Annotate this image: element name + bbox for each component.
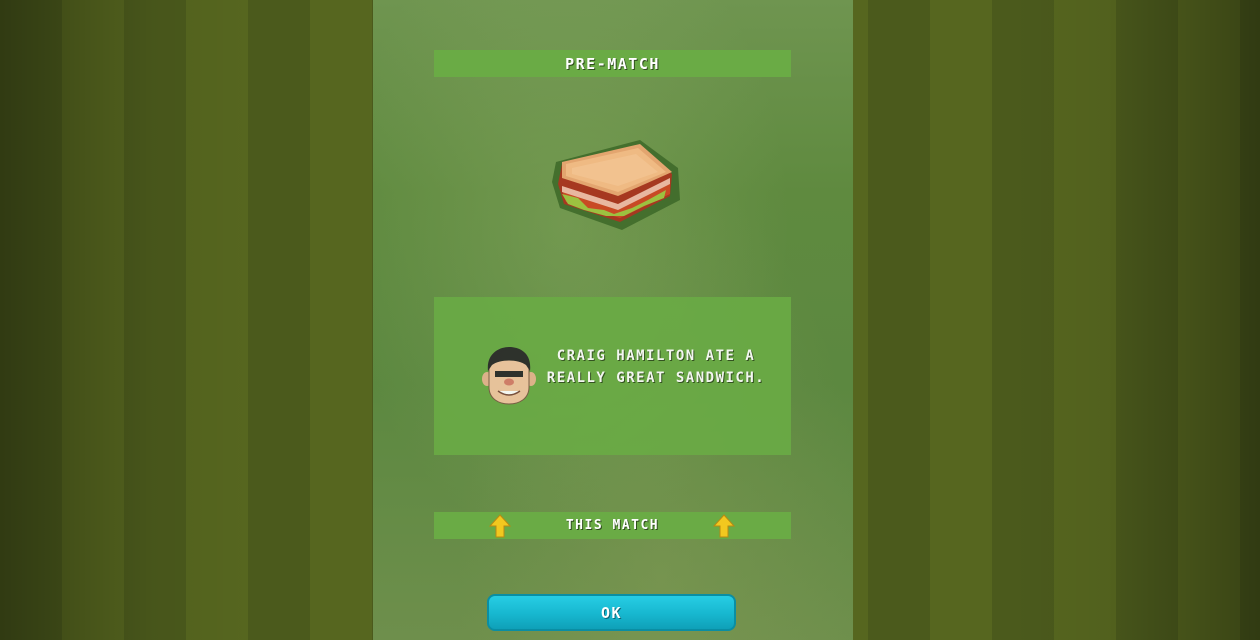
game-screen: PRE-MATCH CRAIG HAMILTON ATE A REALLY GR… [0, 0, 1260, 640]
ok-button[interactable]: OK [487, 594, 736, 631]
event-message: CRAIG HAMILTON ATE A REALLY GREAT SANDWI… [546, 348, 766, 386]
sandwich-icon [552, 140, 680, 230]
this-match-label: THIS MATCH [565, 518, 660, 533]
player-portrait-icon [482, 347, 536, 405]
arrow-up-icon [713, 514, 735, 538]
page-title: PRE-MATCH [565, 54, 660, 73]
arrow-up-icon [489, 514, 511, 538]
event-message-box: CRAIG HAMILTON ATE A REALLY GREAT SANDWI… [434, 297, 791, 455]
this-match-bar: THIS MATCH [434, 512, 791, 539]
title-bar: PRE-MATCH [434, 50, 791, 77]
ok-button-label: OK [600, 603, 623, 622]
